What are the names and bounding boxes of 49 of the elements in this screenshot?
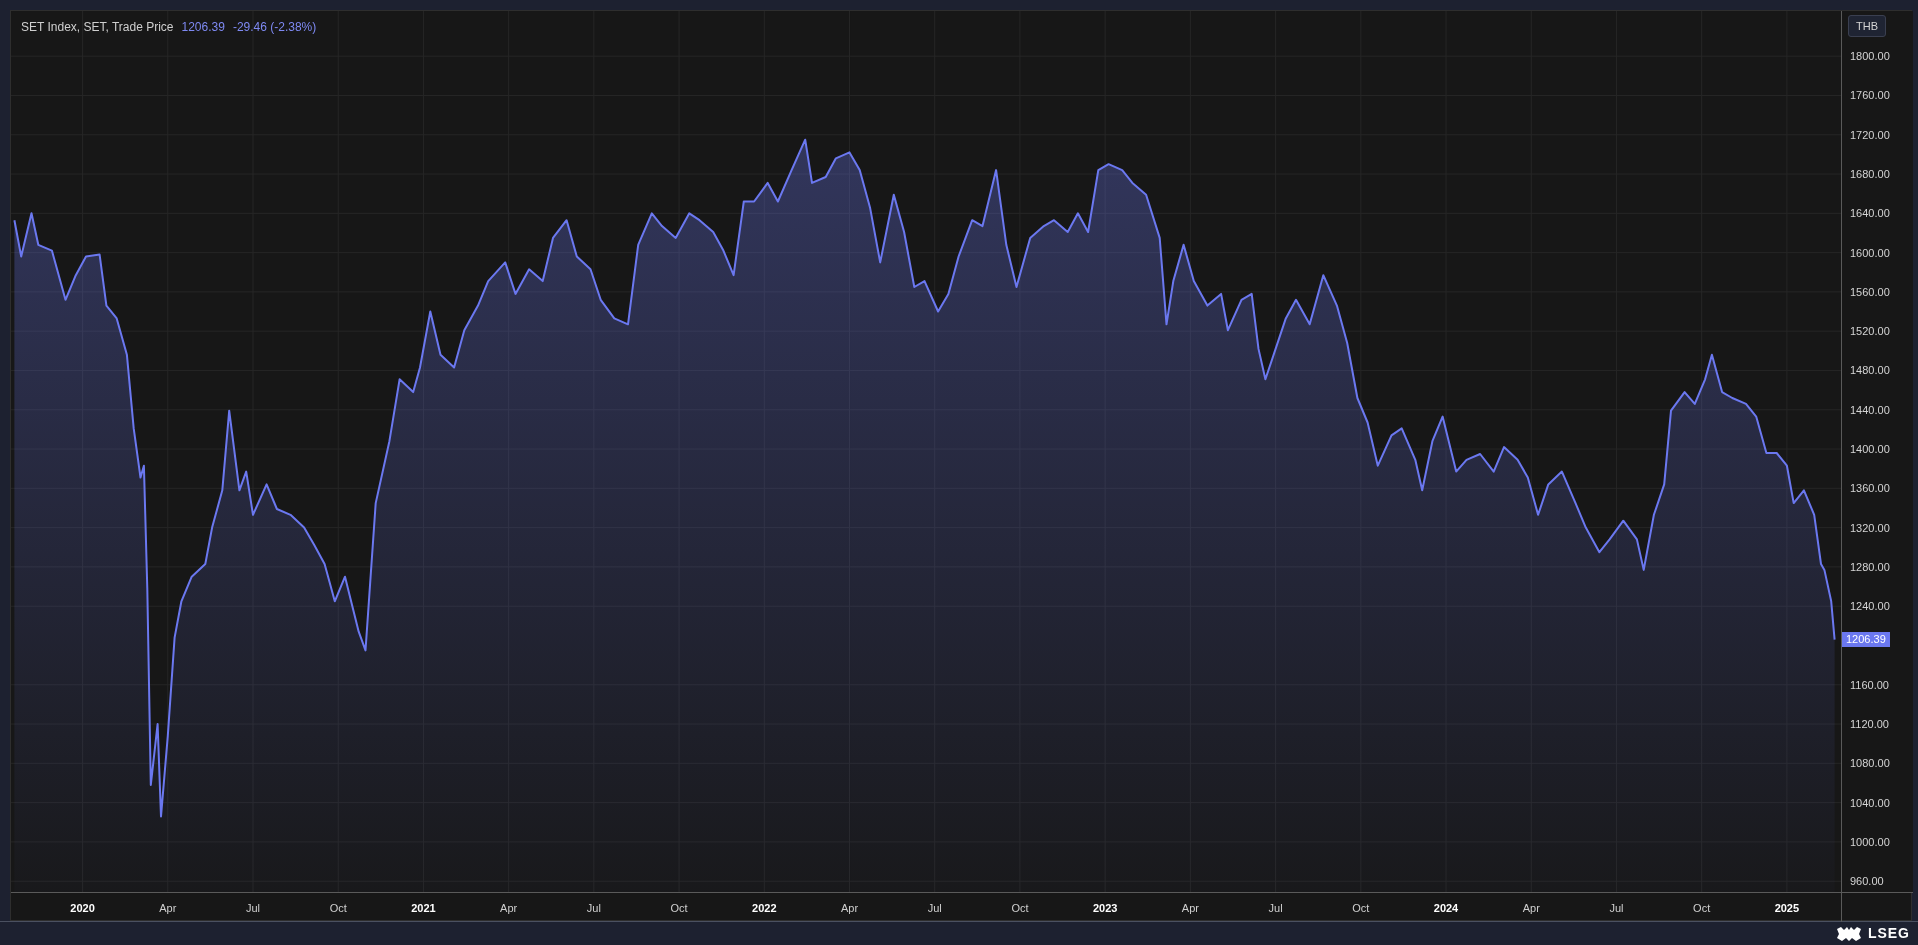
y-axis-label: 1280.00: [1850, 560, 1890, 573]
x-axis-label: Apr: [1522, 902, 1540, 914]
y-axis-label: 1560.00: [1850, 285, 1890, 298]
y-axis-label: 960.00: [1850, 875, 1884, 888]
x-axis-label: Jul: [927, 902, 942, 914]
y-axis-label: 1480.00: [1850, 364, 1890, 377]
y-axis-label: 1000.00: [1850, 835, 1890, 848]
x-axis-label: Oct: [670, 902, 688, 914]
x-axis-label: 2022: [752, 902, 777, 914]
x-axis-label: Apr: [1181, 902, 1199, 914]
y-axis-label: 1360.00: [1850, 482, 1890, 495]
y-axis-label: 1120.00: [1850, 718, 1889, 731]
brand-logo-text: LSEG: [1867, 924, 1910, 943]
legend-change: -29.46 (-2.38%): [232, 19, 317, 35]
currency-badge[interactable]: THB: [1848, 15, 1886, 37]
x-axis-label: Apr: [840, 902, 859, 914]
x-axis-label: 2024: [1433, 902, 1459, 914]
legend-price: 1206.39: [181, 19, 225, 35]
x-axis-label: 2023: [1092, 902, 1118, 914]
x-axis-label: Oct: [1011, 902, 1029, 914]
x-axis-label: Oct: [1693, 902, 1711, 914]
y-axis-label: 1160.00: [1850, 678, 1889, 691]
x-axis-label: 2020: [70, 902, 95, 914]
last-price-badge: 1206.39: [1842, 631, 1890, 647]
y-axis-label: 1400.00: [1850, 443, 1890, 456]
x-axis-label: Jul: [246, 902, 261, 914]
x-axis-label: Apr: [500, 902, 518, 914]
y-axis-label: 1640.00: [1850, 207, 1890, 220]
y-axis-label: 1440.00: [1850, 403, 1890, 416]
y-axis-label: 1680.00: [1850, 168, 1890, 181]
legend-title: SET Index, SET, Trade Price: [21, 19, 174, 35]
x-axis-label: Jul: [586, 902, 601, 914]
y-axis-label: 1080.00: [1850, 757, 1890, 770]
y-axis-label: 1800.00: [1850, 50, 1890, 63]
x-axis-label: 2021: [411, 902, 436, 914]
y-axis-label: 1040.00: [1850, 796, 1890, 809]
y-axis-label: 1720.00: [1850, 128, 1890, 141]
x-axis-label: Jul: [1268, 902, 1283, 914]
x-axis-label: 2025: [1774, 902, 1800, 914]
x-axis-label: Apr: [159, 902, 177, 914]
x-axis-label: Jul: [1609, 902, 1624, 914]
y-axis-label: 1760.00: [1850, 89, 1890, 102]
crest-icon: [1835, 925, 1862, 942]
y-axis-label: 1600.00: [1850, 246, 1890, 259]
y-axis-label: 1520.00: [1850, 325, 1890, 338]
y-axis-label: 1320.00: [1850, 521, 1890, 534]
x-axis-label: Oct: [1352, 902, 1370, 914]
y-axis-label: 1240.00: [1850, 600, 1890, 613]
x-axis-label: Oct: [329, 902, 347, 914]
